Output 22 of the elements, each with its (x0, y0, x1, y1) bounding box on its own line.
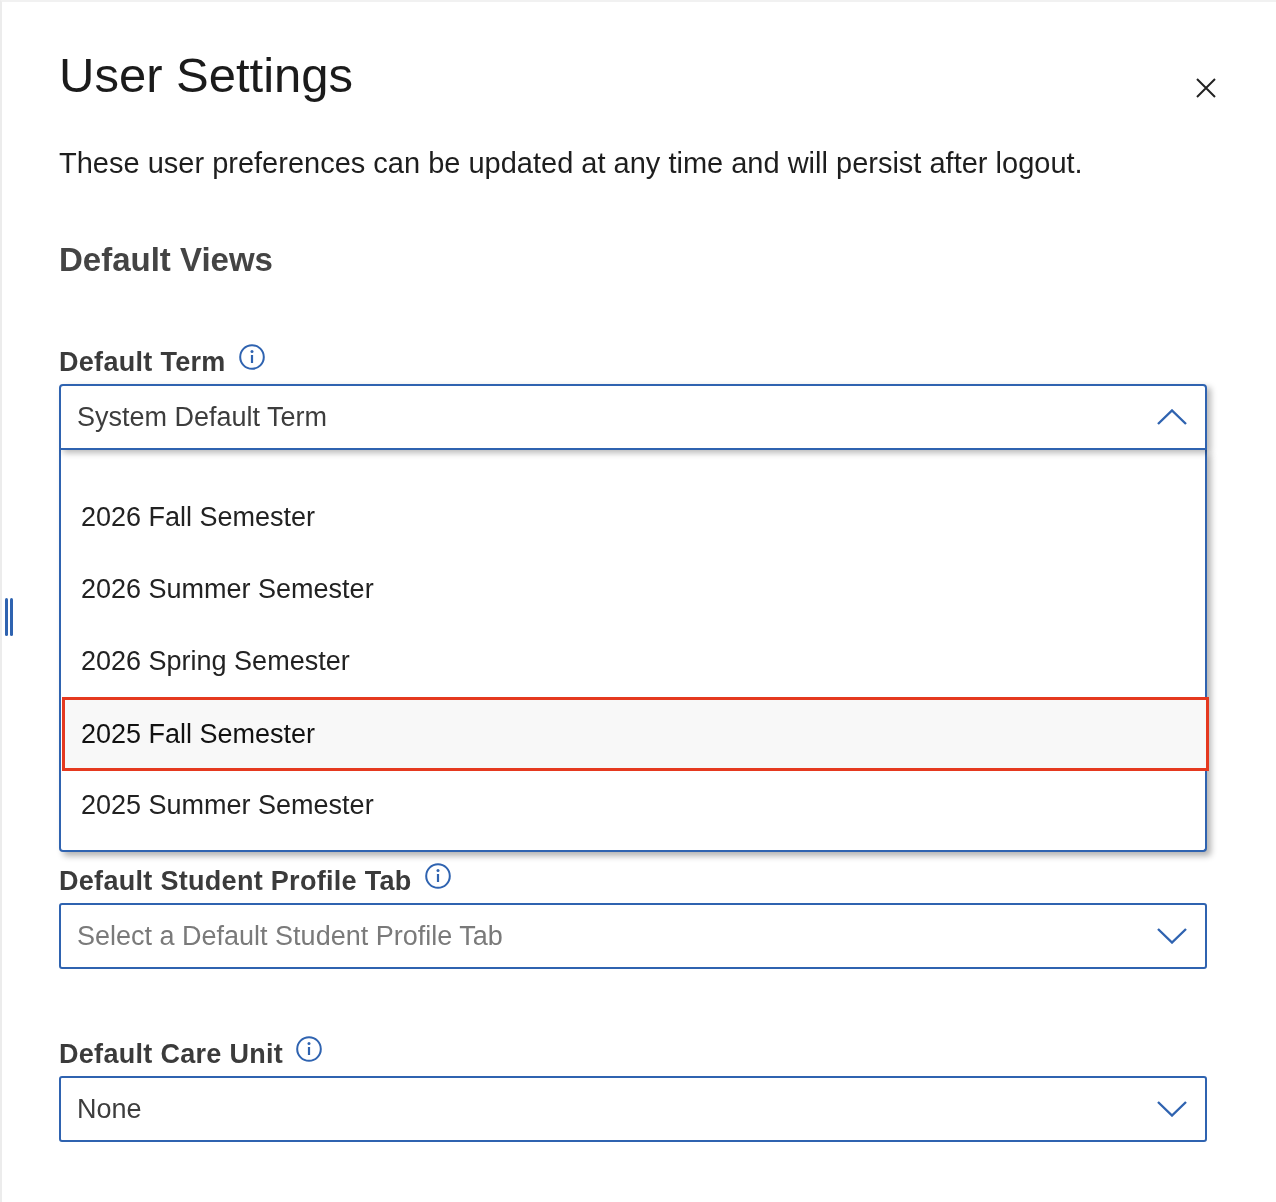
dialog-description: These user preferences can be updated at any time and will persist after logout. (59, 146, 1084, 181)
select-field[interactable]: System Default Term (59, 384, 1207, 450)
info-icon[interactable] (238, 344, 265, 370)
chevron-down-icon (1157, 928, 1187, 944)
field-label: Default Student Profile Tab (59, 866, 412, 896)
select-field[interactable]: Select a Default Student Profile Tab (59, 903, 1207, 969)
chevron-up-icon (1157, 409, 1187, 425)
dropdown-option[interactable]: 2025 Fall Semester (62, 697, 1209, 771)
dropdown-option[interactable]: 2026 Fall Semester (61, 481, 1205, 553)
chevron-down-icon (1157, 1101, 1187, 1117)
dropdown-option[interactable]: 2026 Summer Semester (61, 553, 1205, 625)
select-field[interactable]: None (59, 1076, 1207, 1142)
grip-icon[interactable] (5, 598, 13, 636)
field-label: Default Care Unit (59, 1039, 284, 1069)
field-label: Default Term (59, 347, 226, 377)
dialog-title: User Settings (59, 47, 354, 104)
close-icon[interactable] (1196, 78, 1216, 98)
dropdown-option[interactable]: 2026 Spring Semester (61, 625, 1205, 697)
info-icon[interactable] (424, 863, 451, 889)
info-icon[interactable] (296, 1036, 323, 1062)
section-heading: Default Views (59, 240, 274, 280)
dropdown-option[interactable]: 2025 Summer Semester (61, 769, 1205, 841)
